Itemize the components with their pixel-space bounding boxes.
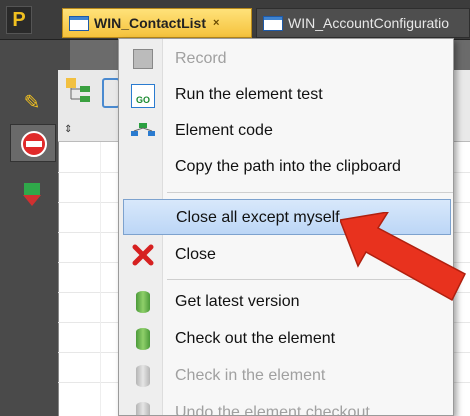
tab-label: WIN_AccountConfiguratio <box>288 15 450 31</box>
floppy-icon <box>129 45 157 73</box>
annotation-arrow-icon <box>340 212 466 302</box>
menu-item-label: Record <box>175 50 227 67</box>
tab-close-icon[interactable]: × <box>213 17 219 29</box>
get-latest-icon <box>129 288 157 316</box>
menu-item-label: Copy the path into the clipboard <box>175 158 401 175</box>
stop-icon <box>21 131 47 157</box>
menu-item-label: Undo the element checkout <box>175 404 370 416</box>
menu-item-run-test[interactable]: GO Run the element test <box>119 77 453 113</box>
menu-item-label: Check out the element <box>175 330 336 347</box>
menu-item-label: Run the element test <box>175 86 323 103</box>
download-icon[interactable] <box>15 180 49 210</box>
menu-item-element-code[interactable]: Element code <box>119 113 453 149</box>
menu-item-record[interactable]: Record <box>119 41 453 77</box>
tab-win-contactlist[interactable]: WIN_ContactList × <box>62 8 252 38</box>
run-test-icon: GO <box>129 81 157 109</box>
column-divider <box>100 142 101 416</box>
menu-item-label: Close <box>175 246 216 263</box>
sort-indicator[interactable]: ⇕ <box>64 124 72 135</box>
menu-item-copy-path[interactable]: Copy the path into the clipboard <box>119 149 453 185</box>
menu-item-label: Get latest version <box>175 293 300 310</box>
menu-separator <box>167 192 453 193</box>
check-out-icon <box>129 325 157 353</box>
window-icon <box>263 15 283 31</box>
tab-label: WIN_ContactList <box>94 15 206 31</box>
close-x-icon <box>129 241 157 269</box>
app-logo-icon[interactable]: P <box>6 6 32 34</box>
element-code-icon <box>129 117 157 145</box>
menu-item-check-in[interactable]: Check in the element <box>119 358 453 394</box>
edit-icon[interactable]: ✎ <box>15 88 49 118</box>
window-icon <box>69 15 89 31</box>
stop-tab[interactable] <box>10 124 56 162</box>
tree-icon[interactable] <box>64 76 94 106</box>
tab-win-accountconfiguration[interactable]: WIN_AccountConfiguratio <box>256 8 470 38</box>
menu-item-label: Check in the element <box>175 367 326 384</box>
menu-item-undo-checkout[interactable]: Undo the element checkout <box>119 395 453 416</box>
menu-item-check-out[interactable]: Check out the element <box>119 321 453 357</box>
undo-checkout-icon <box>129 399 157 415</box>
menu-item-label: Close all except myself <box>176 209 340 226</box>
check-in-icon <box>129 362 157 390</box>
menu-item-label: Element code <box>175 122 273 139</box>
